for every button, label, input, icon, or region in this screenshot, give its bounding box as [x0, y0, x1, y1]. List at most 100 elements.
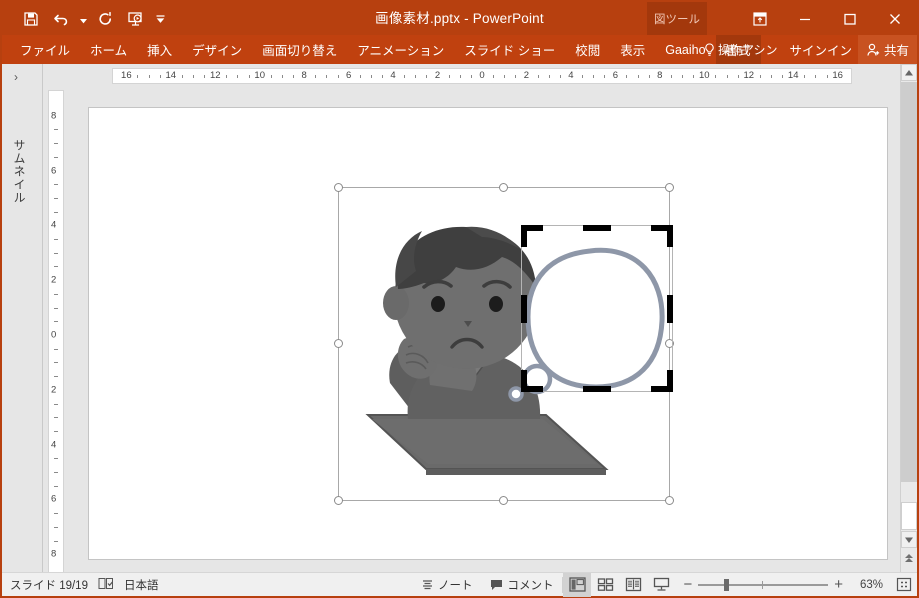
ruler-tick [782, 75, 784, 78]
vertical-scrollbar[interactable] [900, 64, 917, 580]
normal-view-button[interactable] [563, 572, 592, 597]
zoom-level-label[interactable]: 63% [849, 579, 883, 591]
ruler-tick [715, 75, 717, 78]
ruler-tick-label: 14 [165, 70, 177, 81]
crop-handle-nw-leg[interactable] [521, 225, 527, 247]
status-bar: スライド 19/19 日本語 ノート コメント − + 63% [2, 572, 917, 597]
ruler-tick [370, 75, 372, 78]
crop-handle-w[interactable] [521, 294, 527, 323]
ruler-tick-label: 2 [434, 70, 441, 81]
resize-handle-s[interactable] [499, 496, 508, 505]
language-indicator[interactable]: 日本語 [124, 577, 159, 593]
undo-icon[interactable] [46, 5, 76, 33]
ruler-tick-label: 0 [51, 329, 57, 341]
notes-button[interactable]: ノート [412, 573, 482, 597]
comments-label: コメント [507, 579, 554, 592]
editing-workspace: › サムネイル 16 14 12 10 8 6 4 2 0 2 4 6 8 10 12 14 16 8 6 4 2 0 2… [2, 64, 917, 580]
fit-slide-to-window-button[interactable] [891, 573, 917, 597]
slideshow-view-button[interactable] [647, 573, 675, 597]
ruler-tick [426, 75, 428, 78]
slide-counter[interactable]: スライド 19/19 [10, 577, 88, 593]
tab-slideshow[interactable]: スライド ショー [454, 35, 565, 64]
notes-icon [422, 579, 432, 589]
zoom-control[interactable]: − + 63% [675, 576, 891, 593]
ruler-tick [404, 75, 406, 78]
resize-handle-n[interactable] [499, 183, 508, 192]
sign-in-button[interactable]: サインイン [783, 40, 858, 59]
resize-handle-se[interactable] [665, 496, 674, 505]
scrollbar-track-gap[interactable] [901, 502, 917, 530]
ruler-tick-label: 4 [51, 439, 57, 451]
ruler-tick [381, 75, 383, 78]
redo-icon[interactable] [90, 5, 120, 33]
ruler-tick [54, 540, 58, 542]
ruler-tick [54, 307, 58, 309]
tab-design[interactable]: デザイン [182, 35, 252, 64]
crop-handle-s[interactable] [583, 386, 611, 392]
ruler-tick [804, 75, 806, 78]
ruler-tick [54, 348, 58, 350]
close-icon[interactable] [872, 2, 917, 35]
ruler-tick-label: 8 [657, 70, 663, 81]
customize-qat-icon[interactable] [150, 5, 170, 33]
tell-me-box[interactable]: 操作アシン [704, 41, 784, 58]
ruler-tick [770, 75, 772, 78]
ruler-tick-label: 16 [121, 70, 132, 81]
tab-animations[interactable]: アニメーション [347, 35, 454, 64]
spell-check-icon[interactable] [98, 577, 114, 593]
resize-handle-nw[interactable] [334, 183, 343, 192]
status-left-group: スライド 19/19 日本語 [2, 577, 158, 593]
thumbnail-pane[interactable]: › サムネイル [2, 64, 43, 572]
ruler-tick-label: 6 [345, 70, 352, 81]
comments-button[interactable]: コメント [481, 573, 562, 597]
minimize-icon[interactable] [782, 2, 827, 35]
ruler-tick [54, 376, 58, 378]
zoom-out-button[interactable]: − [683, 576, 692, 593]
ruler-tick [54, 362, 58, 364]
previous-slide-button[interactable] [901, 550, 917, 567]
ruler-tick [293, 75, 295, 78]
scrollbar-thumb[interactable] [901, 82, 917, 482]
maximize-icon[interactable] [827, 2, 872, 35]
crop-overlay[interactable] [521, 225, 673, 392]
resize-handle-sw[interactable] [334, 496, 343, 505]
ribbon-display-options-icon[interactable] [737, 2, 782, 35]
scroll-down-arrow-icon[interactable] [901, 531, 917, 548]
tab-view[interactable]: 表示 [610, 35, 655, 64]
ruler-tick [559, 75, 561, 78]
resize-handle-w[interactable] [334, 339, 343, 348]
tab-file[interactable]: ファイル [10, 35, 80, 64]
tab-insert[interactable]: 挿入 [137, 35, 182, 64]
ruler-tick [693, 75, 695, 78]
zoom-slider-thumb[interactable] [724, 578, 730, 591]
share-button[interactable]: 共有 [857, 35, 917, 64]
ruler-tick [54, 239, 58, 241]
resize-handle-ne[interactable] [665, 183, 674, 192]
expand-thumbnails-chevron-icon[interactable]: › [14, 70, 18, 84]
tab-review[interactable]: 校閲 [565, 35, 610, 64]
ruler-tick [148, 75, 150, 78]
crop-handle-n[interactable] [583, 225, 611, 231]
crop-handle-se-leg[interactable] [667, 370, 673, 392]
slide-canvas[interactable] [88, 107, 888, 560]
crop-handle-sw-leg[interactable] [521, 370, 527, 392]
tab-transitions[interactable]: 画面切り替え [252, 35, 347, 64]
crop-handle-ne-leg[interactable] [667, 225, 673, 247]
tab-home[interactable]: ホーム [80, 35, 137, 64]
ruler-tick [54, 129, 58, 131]
powerpoint-window: 画像素材.pptx - PowerPoint 図ツール ファイル ホーム 挿入 … [0, 0, 919, 598]
share-label: 共有 [883, 44, 909, 58]
undo-dropdown-icon[interactable] [76, 5, 90, 33]
ruler-tick [137, 75, 139, 78]
crop-handle-e[interactable] [667, 294, 673, 323]
reading-view-button[interactable] [619, 573, 647, 597]
slide-sorter-view-button[interactable] [591, 573, 619, 597]
zoom-slider[interactable] [698, 578, 829, 591]
start-slideshow-icon[interactable] [120, 5, 150, 33]
scroll-up-arrow-icon[interactable] [901, 64, 917, 81]
zoom-in-button[interactable]: + [834, 576, 843, 593]
zoom-slider-midpoint [762, 580, 764, 589]
ruler-tick [493, 75, 495, 78]
ruler-tick [737, 75, 739, 78]
save-icon[interactable] [16, 5, 46, 33]
